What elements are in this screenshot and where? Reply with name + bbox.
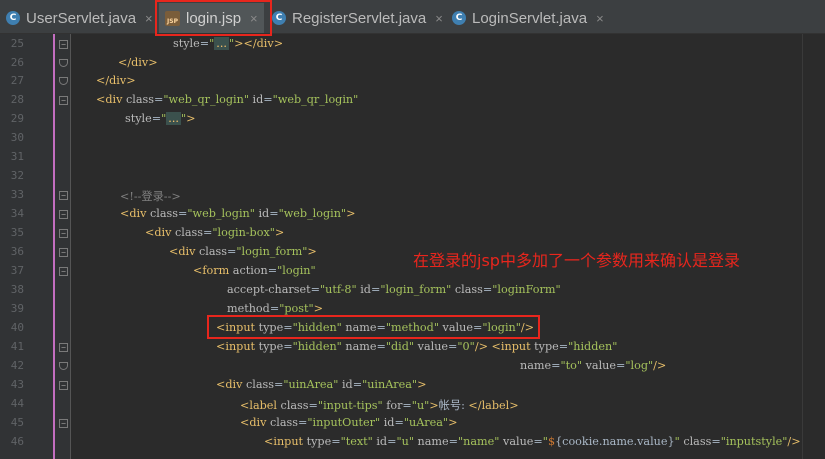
close-icon[interactable]: ×	[145, 11, 153, 26]
line-number: 39	[10, 302, 24, 315]
line-number: 42	[10, 359, 24, 372]
code-line-43[interactable]: <div class="uinArea" id="uinArea">	[216, 378, 426, 391]
tab-login-jsp[interactable]: JSP login.jsp ×	[159, 3, 264, 33]
fold-marker-icon[interactable]	[59, 248, 68, 257]
java-class-icon: C	[452, 11, 466, 25]
code-line-36[interactable]: <div class="login_form">	[169, 245, 317, 258]
code-line-46[interactable]: <input type="text" id="u" name="name" va…	[264, 435, 801, 448]
code-line-44[interactable]: <label class="input-tips" for="u">帐号: </…	[240, 397, 519, 413]
line-number: 31	[10, 150, 24, 163]
line-number: 32	[10, 169, 24, 182]
line-number: 30	[10, 131, 24, 144]
line-number: 36	[10, 245, 24, 258]
close-icon[interactable]: ×	[596, 11, 604, 26]
line-number: 38	[10, 283, 24, 296]
tab-loginservlet[interactable]: C LoginServlet.java ×	[452, 3, 604, 33]
line-number: 41	[10, 340, 24, 353]
line-number: 34	[10, 207, 24, 220]
code-line-42[interactable]: name="to" value="log"/>	[520, 359, 666, 372]
jsp-file-icon: JSP	[165, 10, 180, 26]
code-line-35[interactable]: <div class="login-box">	[145, 226, 284, 239]
line-number: 45	[10, 416, 24, 429]
code-line-29[interactable]: style="... ">	[125, 112, 196, 125]
code-line-33[interactable]: <!--登录-->	[120, 188, 181, 204]
right-margin-line	[802, 34, 803, 459]
java-class-icon: C	[6, 11, 20, 25]
close-icon[interactable]: ×	[250, 11, 258, 26]
fold-marker-icon[interactable]	[59, 343, 68, 352]
line-number: 25	[10, 37, 24, 50]
line-number: 43	[10, 378, 24, 391]
fold-marker-icon[interactable]	[59, 229, 68, 238]
code-line-26[interactable]: </div>	[118, 56, 158, 69]
code-line-27[interactable]: </div>	[96, 74, 136, 87]
fold-marker-icon[interactable]	[59, 419, 68, 428]
tab-label: login.jsp	[186, 9, 242, 27]
editor-tab-bar: C UserServlet.java × JSP login.jsp × C R…	[0, 0, 825, 34]
code-line-37[interactable]: <form action="login"	[193, 264, 316, 277]
code-line-39[interactable]: method="post">	[227, 302, 323, 315]
code-line-41[interactable]: <input type="hidden" name="did" value="0…	[216, 340, 617, 353]
java-class-icon: C	[272, 11, 286, 25]
fold-marker-icon[interactable]	[59, 210, 68, 219]
line-number: 40	[10, 321, 24, 334]
line-number: 33	[10, 188, 24, 201]
fold-marker-icon[interactable]	[59, 40, 68, 49]
line-number: 46	[10, 435, 24, 448]
line-number: 27	[10, 74, 24, 87]
tab-userservlet[interactable]: C UserServlet.java ×	[6, 3, 153, 33]
code-line-34[interactable]: <div class="web_login" id="web_login">	[120, 207, 355, 220]
close-icon[interactable]: ×	[435, 11, 443, 26]
code-line-25[interactable]: style="... "></div>	[173, 37, 283, 50]
fold-marker-icon[interactable]	[59, 191, 68, 200]
code-line-45[interactable]: <div class="inputOuter" id="uArea">	[240, 416, 457, 429]
tab-label: LoginServlet.java	[472, 9, 588, 27]
line-number: 26	[10, 56, 24, 69]
tab-label: UserServlet.java	[26, 9, 137, 27]
line-number: 28	[10, 93, 24, 106]
margin-guide-line	[53, 34, 55, 459]
fold-marker-icon[interactable]	[59, 96, 68, 105]
tab-label: RegisterServlet.java	[292, 9, 427, 27]
annotation-text: 在登录的jsp中多加了一个参数用来确认是登录	[413, 251, 740, 270]
code-line-40[interactable]: <input type="hidden" name="method" value…	[216, 321, 534, 334]
line-number: 37	[10, 264, 24, 277]
line-number: 35	[10, 226, 24, 239]
tab-registerservlet[interactable]: C RegisterServlet.java ×	[272, 3, 443, 33]
code-line-28[interactable]: <div class="web_qr_login" id="web_qr_log…	[96, 93, 358, 106]
fold-marker-icon[interactable]	[59, 267, 68, 276]
fold-marker-icon[interactable]	[59, 381, 68, 390]
line-number: 29	[10, 112, 24, 125]
line-number: 44	[10, 397, 24, 410]
code-line-38[interactable]: accept-charset="utf-8" id="login_form" c…	[227, 283, 561, 296]
